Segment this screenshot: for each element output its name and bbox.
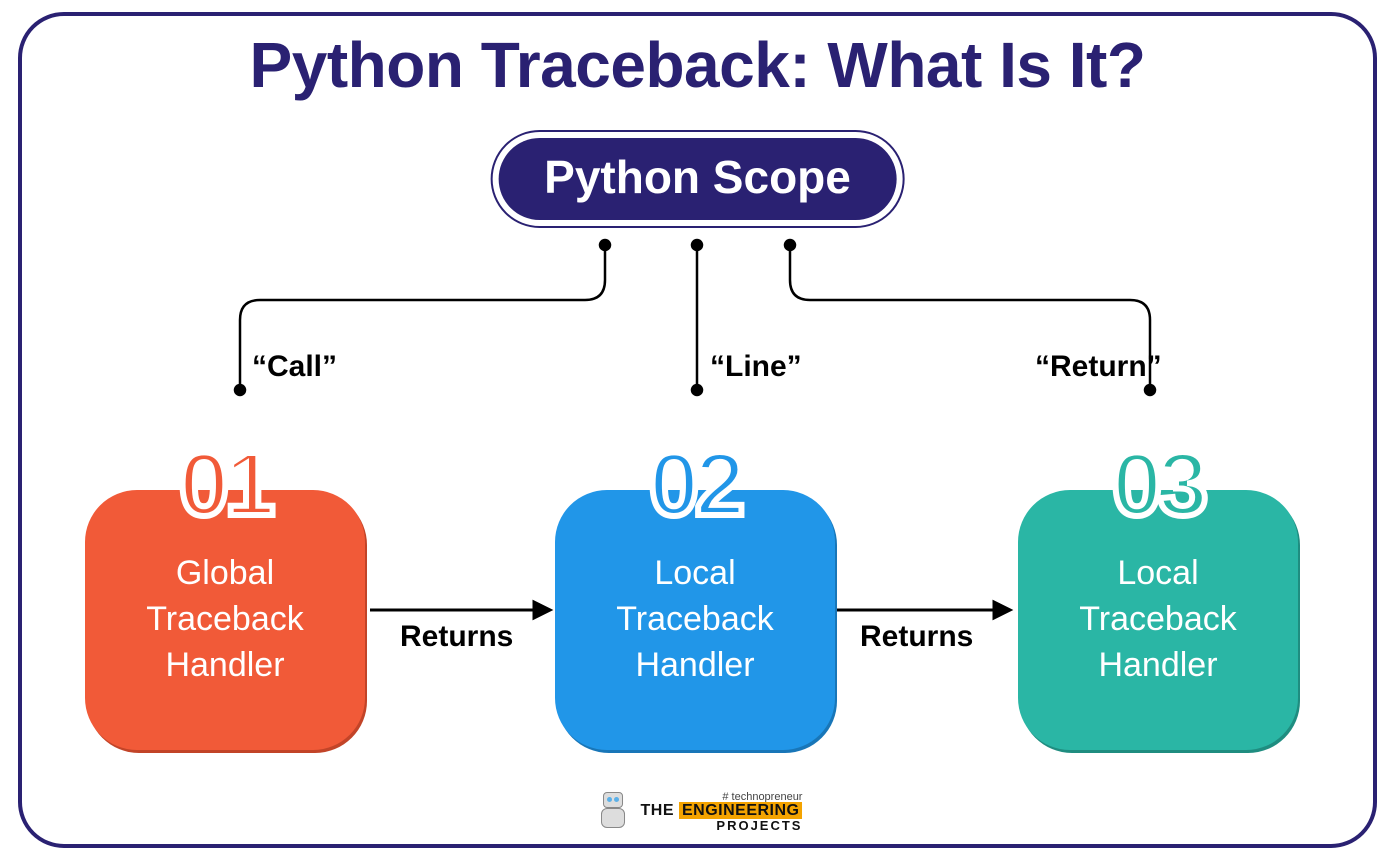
node-number-1: 01: [179, 440, 271, 530]
robot-icon: [593, 788, 633, 836]
brand-mid: ENGINEERING: [679, 802, 803, 819]
node-local-handler-1: Local Traceback Handler 02: [555, 450, 835, 740]
node-label-1: Global Traceback Handler: [146, 551, 303, 689]
central-pill: Python Scope: [498, 138, 897, 220]
footer-text: # technopreneur THE ENGINEERING PROJECTS: [641, 792, 803, 832]
branch-quote-2: “Line”: [710, 350, 802, 384]
branch-quote-1: “Call”: [252, 350, 337, 384]
brand-pre: THE: [641, 802, 679, 819]
arrow-label-1: Returns: [400, 620, 513, 654]
node-label-3: Local Traceback Handler: [1079, 551, 1236, 689]
footer-brand-line2: PROJECTS: [641, 819, 803, 832]
node-global-handler: Global Traceback Handler 01: [85, 450, 365, 740]
footer-brand-line1: THE ENGINEERING: [641, 803, 803, 819]
node-label-2: Local Traceback Handler: [616, 551, 773, 689]
page-title: Python Traceback: What Is It?: [0, 28, 1395, 102]
node-number-3: 03: [1112, 440, 1204, 530]
arrow-label-2: Returns: [860, 620, 973, 654]
branch-quote-3: “Return”: [1035, 350, 1162, 384]
central-pill-wrap: Python Scope: [490, 130, 905, 228]
node-local-handler-2: Local Traceback Handler 03: [1018, 450, 1298, 740]
node-number-2: 02: [649, 440, 741, 530]
footer-attribution: # technopreneur THE ENGINEERING PROJECTS: [593, 788, 803, 836]
